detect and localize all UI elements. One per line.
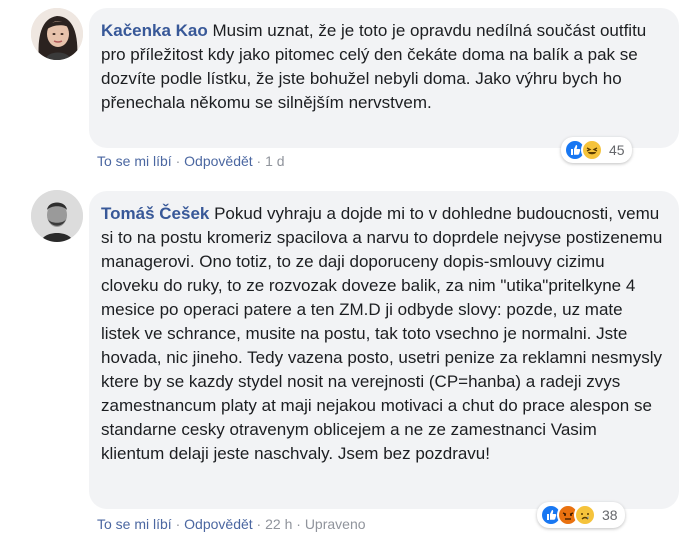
reaction-summary[interactable]: 45: [561, 137, 632, 163]
separator: ·: [296, 516, 305, 532]
separator: ·: [256, 516, 266, 532]
timestamp[interactable]: 22 h: [265, 516, 292, 532]
haha-icon: [581, 139, 603, 161]
avatar[interactable]: [31, 190, 83, 242]
comment-bubble: Kačenka Kao Musim uznat, že je toto je o…: [89, 8, 679, 148]
separator: ·: [175, 516, 185, 532]
reaction-count: 45: [609, 142, 625, 158]
comment-author[interactable]: Tomáš Češek: [101, 204, 209, 223]
reaction-summary[interactable]: 38: [537, 502, 625, 528]
profile-photo-icon: [31, 8, 83, 60]
separator: ·: [175, 153, 185, 169]
comment-bubble: Tomáš Češek Pokud vyhraju a dojde mi to …: [89, 191, 679, 509]
separator: ·: [256, 153, 266, 169]
comment-actions: To se mi líbí · Odpovědět · 1 d: [97, 153, 285, 169]
comment-text: Pokud vyhraju a dojde mi to v dohledne b…: [101, 204, 663, 463]
profile-photo-icon: [31, 190, 83, 242]
reaction-count: 38: [602, 507, 618, 523]
edited-label[interactable]: Upraveno: [305, 516, 366, 532]
like-link[interactable]: To se mi líbí: [97, 153, 172, 169]
reply-link[interactable]: Odpovědět: [184, 516, 253, 532]
comment-actions: To se mi líbí · Odpovědět · 22 h · Uprav…: [97, 516, 366, 532]
like-link[interactable]: To se mi líbí: [97, 516, 172, 532]
avatar[interactable]: [31, 8, 83, 60]
reply-link[interactable]: Odpovědět: [184, 153, 253, 169]
timestamp[interactable]: 1 d: [265, 153, 284, 169]
comment-author[interactable]: Kačenka Kao: [101, 21, 208, 40]
sad-icon: [574, 504, 596, 526]
